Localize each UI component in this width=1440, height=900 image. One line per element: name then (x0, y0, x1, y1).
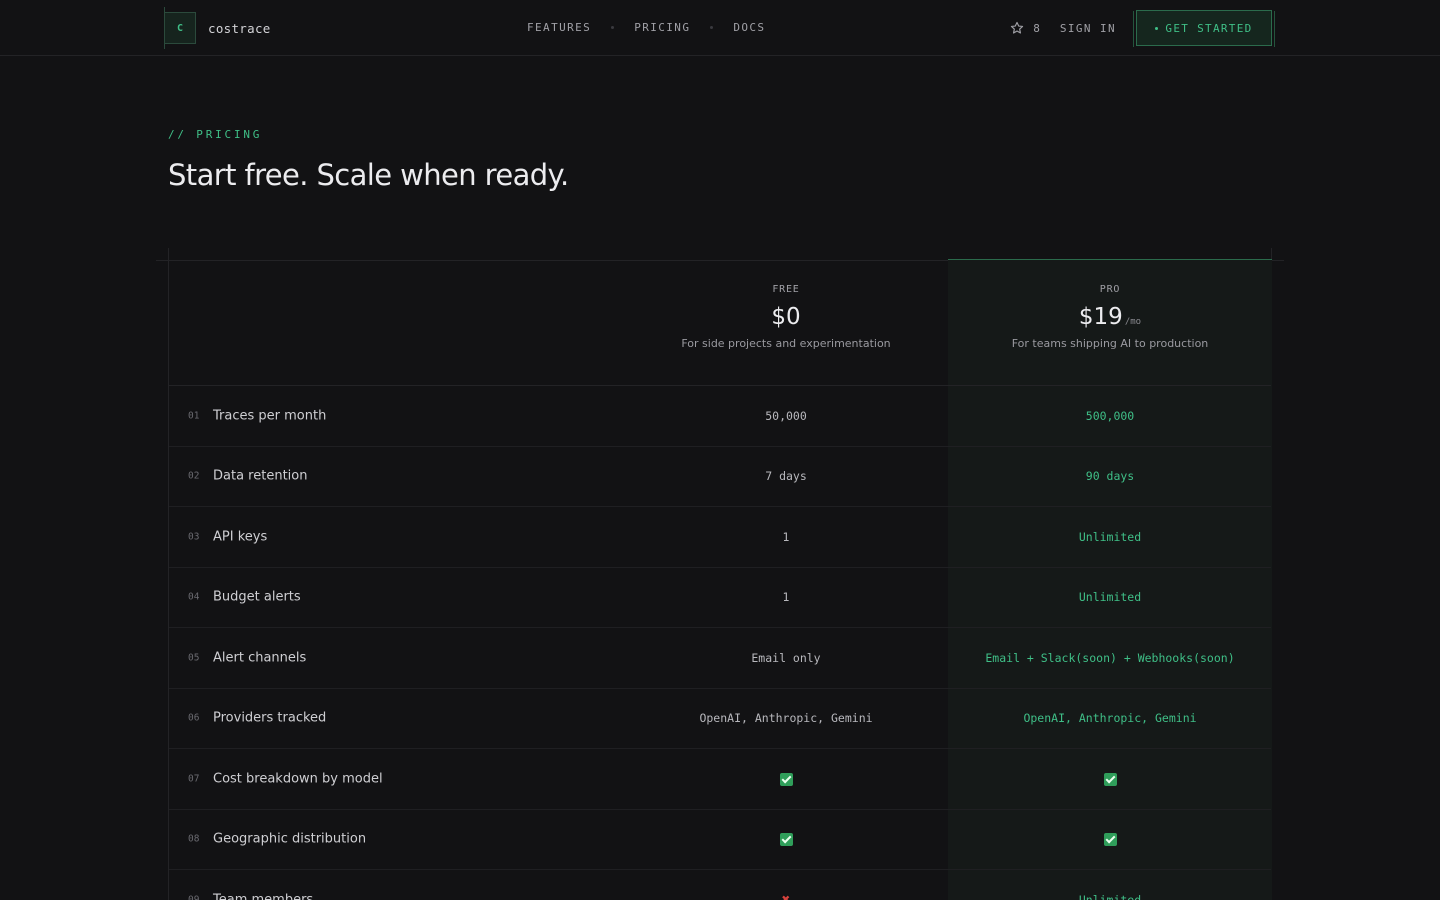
row-number: 02 (188, 470, 200, 482)
feature-label: Providers tracked (213, 710, 327, 726)
plan-price-amount: $19 (1078, 304, 1123, 330)
feature-row: 05 Alert channels Email only Email + Slack(… (169, 628, 1271, 689)
get-started-button[interactable]: GET STARTED (1133, 10, 1275, 47)
nav-link-features[interactable]: FEATURES (527, 21, 591, 34)
feature-label: API keys (213, 529, 268, 545)
feature-label: Alert channels (213, 650, 307, 666)
nav-links: FEATURES PRICING DOCS (527, 21, 765, 34)
plan-price: $19/mo (948, 304, 1272, 330)
feature-row: 06 Providers tracked OpenAI, Anthropic, Ge… (169, 689, 1271, 749)
plan-header-row: FREE $0 For side projects and experiment… (169, 260, 1271, 386)
plan-period: /mo (1124, 317, 1142, 327)
plan-description: For teams shipping AI to production (1011, 337, 1209, 350)
nav-separator (611, 26, 615, 29)
page-title: Start free. Scale when ready. (168, 158, 569, 192)
nav-separator (710, 26, 714, 29)
star-outline-icon (1011, 21, 1024, 34)
feature-label: Team members (213, 892, 314, 900)
free-value-cell: 1 (782, 529, 790, 544)
pro-value-cell: Email + Slack(soon) + Webhooks(soon) (985, 650, 1235, 665)
feature-row: 02 Data retention 7 days 90 days (169, 447, 1271, 507)
table-corner-tick (168, 248, 169, 260)
feature-row: 03 API keys 1 Unlimited (169, 507, 1271, 568)
logo-icon: C (164, 7, 196, 49)
nav-link-docs[interactable]: DOCS (733, 21, 765, 34)
row-number: 03 (188, 531, 200, 543)
plan-description: For side projects and experimentation (681, 337, 891, 350)
row-number: 06 (188, 712, 200, 724)
feature-row: 04 Budget alerts 1 Unlimited (169, 568, 1271, 628)
pricing-table: FREE $0 For side projects and experiment… (168, 248, 1272, 900)
bullet-icon (1155, 26, 1159, 30)
feature-row: 08 Geographic distribution (169, 810, 1272, 870)
github-stars-button[interactable]: 8 (1010, 21, 1040, 35)
star-count: 8 (1033, 21, 1040, 35)
free-value-cell: 7 days (765, 469, 807, 484)
row-number: 09 (188, 894, 200, 900)
brand[interactable]: C costrace (164, 7, 271, 49)
feature-label: Budget alerts (213, 589, 301, 605)
check-mark-icon (1103, 772, 1117, 786)
pro-value-cell: Unlimited (1078, 892, 1142, 900)
pro-value-cell: Unlimited (1078, 590, 1142, 605)
plan-price: $0 (624, 304, 948, 330)
pro-value-cell: OpenAI, Anthropic, Gemini (1023, 711, 1197, 726)
free-value-cell (624, 772, 948, 786)
pro-value-cell: Unlimited (1078, 529, 1142, 544)
free-value-cell: 1 (782, 590, 790, 605)
nav-actions: 8 SIGN IN GET STARTED (1010, 9, 1275, 47)
pro-value-cell: 500,000 (1085, 408, 1135, 423)
check-mark-icon (779, 772, 793, 786)
plan-name: PRO (1099, 284, 1121, 295)
top-nav: C costrace FEATURES PRICING DOCS 8 SIGN … (0, 0, 1440, 56)
nav-link-pricing[interactable]: PRICING (634, 21, 690, 34)
feature-label: Traces per month (213, 408, 327, 424)
feature-label: Cost breakdown by model (213, 771, 383, 787)
feature-row: 07 Cost breakdown by model (169, 749, 1271, 810)
row-number: 04 (188, 591, 200, 603)
feature-label: Data retention (213, 468, 308, 484)
row-number: 05 (188, 652, 200, 664)
plan-name: FREE (772, 284, 800, 295)
free-value-cell: 50,000 (765, 408, 807, 423)
check-mark-icon (1103, 833, 1117, 847)
sign-in-link[interactable]: SIGN IN (1060, 22, 1116, 35)
brand-name: costrace (208, 20, 271, 36)
feature-label: Geographic distribution (213, 831, 367, 847)
free-value-cell: ✖ (624, 893, 948, 900)
free-value-cell (624, 832, 948, 847)
cross-mark-icon: ✖ (781, 891, 791, 900)
pro-value-cell: 90 days (1085, 469, 1135, 484)
plan-price-amount: $0 (771, 304, 801, 330)
free-value-cell: Email only (751, 650, 821, 665)
section-eyebrow: // PRICING (168, 128, 263, 141)
feature-row: 01 Traces per month 50,000 500,000 (169, 386, 1271, 447)
plan-free: FREE $0 For side projects and experiment… (624, 284, 948, 350)
get-started-label: GET STARTED (1165, 21, 1253, 35)
free-value-cell: OpenAI, Anthropic, Gemini (699, 711, 873, 726)
row-number: 08 (188, 833, 200, 845)
plan-pro: PRO $19/mo For teams shipping AI to prod… (948, 284, 1272, 350)
pro-value-cell (948, 832, 1272, 847)
pro-value-cell (948, 772, 1272, 786)
row-number: 01 (188, 410, 200, 422)
feature-row: 09 Team members ✖ Unlimited (169, 870, 1271, 900)
row-number: 07 (188, 773, 200, 785)
check-mark-icon (779, 833, 793, 847)
